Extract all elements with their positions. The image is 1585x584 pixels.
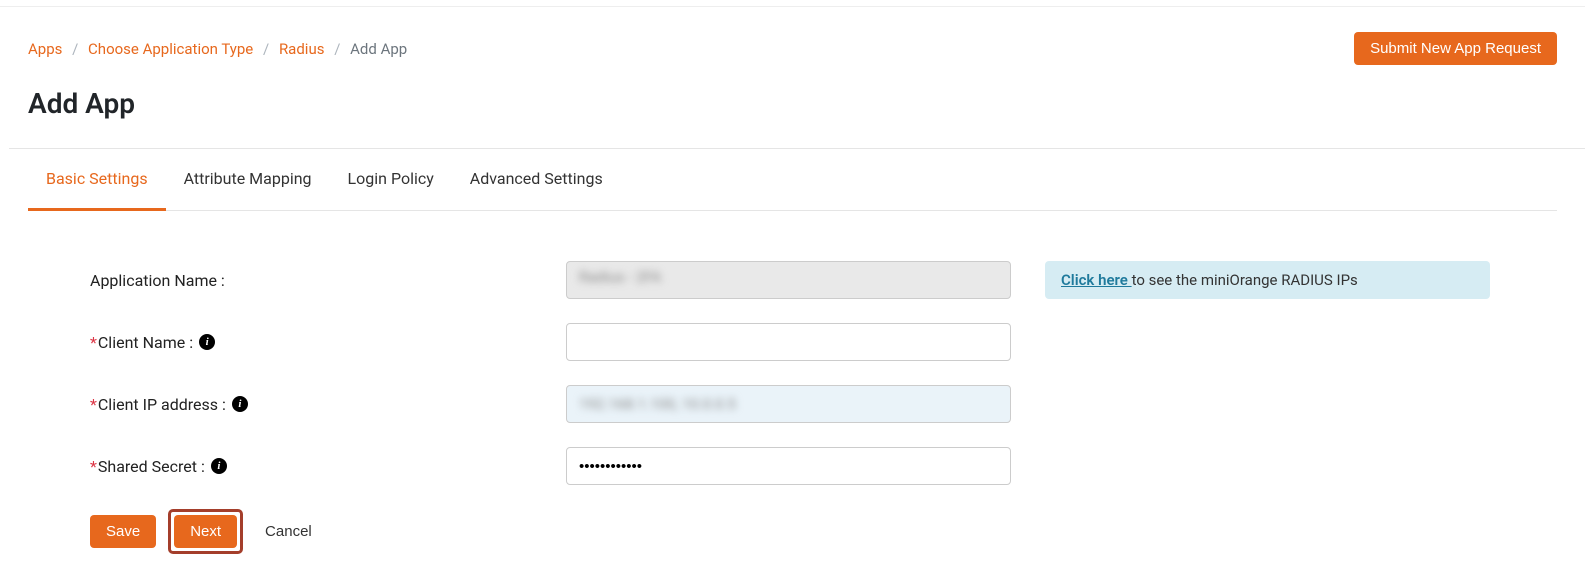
cancel-button[interactable]: Cancel — [255, 515, 322, 548]
info-icon[interactable]: i — [199, 334, 215, 350]
client-ip-input[interactable]: 192.168.1.100, 10.0.0.5 — [566, 385, 1011, 423]
info-icon[interactable]: i — [211, 458, 227, 474]
breadcrumb-apps[interactable]: Apps — [28, 40, 62, 58]
info-icon[interactable]: i — [232, 396, 248, 412]
application-name-input: Radius - 2FA — [566, 261, 1011, 299]
breadcrumb-current: Add App — [350, 40, 407, 58]
breadcrumb-choose-type[interactable]: Choose Application Type — [88, 40, 253, 58]
submit-new-app-request-button[interactable]: Submit New App Request — [1354, 32, 1557, 65]
breadcrumb: Apps / Choose Application Type / Radius … — [28, 40, 407, 58]
info-text: to see the miniOrange RADIUS IPs — [1132, 271, 1358, 289]
tab-login-policy[interactable]: Login Policy — [330, 149, 452, 211]
click-here-link[interactable]: Click here — [1061, 271, 1132, 289]
shared-secret-input[interactable] — [566, 447, 1011, 485]
save-button[interactable]: Save — [90, 515, 156, 548]
next-button[interactable]: Next — [174, 515, 237, 548]
shared-secret-label: Shared Secret : — [98, 457, 205, 476]
tab-basic-settings[interactable]: Basic Settings — [28, 149, 166, 211]
client-name-label: Client Name : — [98, 333, 193, 352]
application-name-label: Application Name : — [90, 271, 566, 290]
tab-advanced-settings[interactable]: Advanced Settings — [452, 149, 621, 211]
client-name-input[interactable] — [566, 323, 1011, 361]
breadcrumb-radius[interactable]: Radius — [279, 40, 325, 58]
tab-attribute-mapping[interactable]: Attribute Mapping — [166, 149, 330, 211]
page-title: Add App — [28, 87, 1557, 120]
radius-ips-info: Click here to see the miniOrange RADIUS … — [1045, 261, 1490, 299]
next-button-highlight: Next — [168, 509, 243, 554]
tabs: Basic Settings Attribute Mapping Login P… — [28, 149, 1557, 211]
client-ip-label: Client IP address : — [98, 395, 226, 414]
